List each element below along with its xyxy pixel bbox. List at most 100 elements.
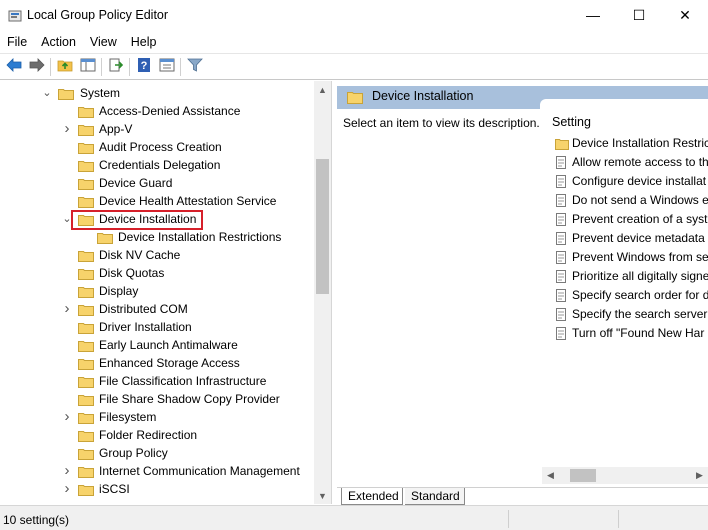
list-item[interactable]: Device Installation Restric	[552, 134, 708, 153]
scroll-thumb[interactable]	[570, 469, 596, 482]
tree-item[interactable]: › Distributed COM	[0, 300, 314, 318]
tree-item[interactable]: Credentials Delegation	[0, 156, 314, 174]
scroll-up-icon[interactable]: ▲	[314, 81, 331, 98]
tree-item[interactable]: Device Guard	[0, 174, 314, 192]
menu-help[interactable]: Help	[124, 32, 164, 52]
tree-item-label: Display	[99, 284, 139, 298]
tree-item[interactable]: Access-Denied Assistance	[0, 102, 314, 120]
settings-list[interactable]: Setting Device Installation Restric Allow…	[540, 99, 708, 487]
tree-item[interactable]: File Classification Infrastructure	[0, 372, 314, 390]
tree-item[interactable]: Driver Installation	[0, 318, 314, 336]
folder-icon	[78, 123, 94, 136]
back-button[interactable]	[2, 56, 25, 78]
chevron-right-icon[interactable]: ›	[62, 408, 72, 426]
status-bar: 10 setting(s)	[0, 505, 708, 530]
title-bar: Local Group Policy Editor — ☐ ✕	[0, 0, 708, 32]
list-item-label: Specify search order for d	[572, 288, 708, 302]
properties-icon	[159, 58, 175, 75]
back-icon	[5, 58, 22, 75]
tree-item[interactable]: › Internet Communication Management	[0, 462, 314, 480]
list-item-label: Prevent device metadata	[572, 231, 705, 245]
show-hide-tree-button[interactable]	[76, 56, 99, 78]
help-button[interactable]: ?	[132, 56, 155, 78]
tree-vertical-scrollbar[interactable]: ▲ ▼	[314, 81, 331, 504]
list-item[interactable]: Configure device installat	[552, 172, 708, 191]
menu-bar: File Action View Help	[0, 32, 708, 52]
list-item[interactable]: Turn off "Found New Har	[552, 324, 708, 343]
toolbar-separator	[129, 57, 130, 76]
chevron-right-icon[interactable]: ›	[62, 300, 72, 318]
properties-button[interactable]	[155, 56, 178, 78]
tree-item[interactable]: Disk NV Cache	[0, 246, 314, 264]
folder-icon	[78, 105, 94, 118]
policy-setting-icon	[555, 308, 568, 321]
menu-file[interactable]: File	[0, 32, 34, 52]
chevron-right-icon[interactable]: ›	[62, 462, 72, 480]
tree-pane[interactable]: ⌄ System Access-Denied Assistance › App-V A…	[0, 81, 332, 504]
list-item[interactable]: Do not send a Windows e	[552, 191, 708, 210]
tree-item[interactable]: Audit Process Creation	[0, 138, 314, 156]
up-folder-icon	[57, 58, 73, 75]
tree-item[interactable]: Folder Redirection	[0, 426, 314, 444]
tree-item[interactable]: Group Policy	[0, 444, 314, 462]
selection-highlight-box	[71, 210, 203, 230]
list-item[interactable]: Prevent device metadata	[552, 229, 708, 248]
export-list-button[interactable]	[104, 56, 127, 78]
tree-item[interactable]: Display	[0, 282, 314, 300]
chevron-down-icon[interactable]: ⌄	[42, 84, 52, 102]
folder-icon	[555, 137, 569, 150]
tree-item[interactable]: Disk Quotas	[0, 264, 314, 282]
list-item[interactable]: Prevent Windows from se	[552, 248, 708, 267]
minimize-button[interactable]: —	[570, 0, 616, 30]
column-header-setting[interactable]: Setting	[552, 115, 591, 129]
tree-item[interactable]: File Share Shadow Copy Provider	[0, 390, 314, 408]
menu-view[interactable]: View	[83, 32, 124, 52]
settings-horizontal-scrollbar[interactable]: ◀ ▶	[542, 467, 708, 484]
scroll-left-icon[interactable]: ◀	[542, 467, 559, 484]
list-item-label: Do not send a Windows e	[572, 193, 708, 207]
tree-item-label: Early Launch Antimalware	[99, 338, 238, 352]
folder-icon	[78, 375, 94, 388]
tree-item[interactable]: › App-V	[0, 120, 314, 138]
tree-item[interactable]: Device Health Attestation Service	[0, 192, 314, 210]
policy-setting-icon	[555, 213, 568, 226]
policy-setting-icon	[555, 156, 568, 169]
scroll-down-icon[interactable]: ▼	[314, 487, 331, 504]
menu-action[interactable]: Action	[34, 32, 83, 52]
chevron-right-icon[interactable]: ›	[62, 120, 72, 138]
tree-item-label: Enhanced Storage Access	[99, 356, 240, 370]
tab-standard[interactable]: Standard	[405, 488, 465, 505]
list-item-label: Allow remote access to th	[572, 155, 708, 169]
list-item[interactable]: Allow remote access to th	[552, 153, 708, 172]
tree-item[interactable]: Enhanced Storage Access	[0, 354, 314, 372]
policy-setting-icon	[555, 251, 568, 264]
up-folder-button[interactable]	[53, 56, 76, 78]
chevron-right-icon[interactable]: ›	[62, 480, 72, 498]
filter-button[interactable]	[183, 56, 206, 78]
tree-item-system[interactable]: ⌄ System	[0, 84, 314, 102]
list-item-label: Prevent creation of a syst	[572, 212, 708, 226]
tree-item-label: Device Health Attestation Service	[99, 194, 277, 208]
scroll-thumb[interactable]	[316, 159, 329, 294]
details-pane: Device Installation Select an item to vi…	[337, 81, 708, 504]
folder-icon	[347, 91, 363, 104]
list-item[interactable]: Prioritize all digitally signe	[552, 267, 708, 286]
close-button[interactable]: ✕	[662, 0, 708, 30]
forward-button[interactable]	[25, 56, 48, 78]
list-item-label: Prioritize all digitally signe	[572, 269, 708, 283]
tree-item[interactable]: Device Installation Restrictions	[0, 228, 314, 246]
maximize-button[interactable]: ☐	[616, 0, 662, 30]
folder-icon	[78, 429, 94, 442]
tree-item-label: Access-Denied Assistance	[99, 104, 241, 118]
folder-icon	[78, 249, 94, 262]
tree-item[interactable]: › iSCSI	[0, 480, 314, 498]
folder-open-icon	[58, 87, 74, 100]
tree-item[interactable]: Early Launch Antimalware	[0, 336, 314, 354]
tab-extended[interactable]: Extended	[341, 488, 403, 505]
tree-item[interactable]: › Filesystem	[0, 408, 314, 426]
list-item[interactable]: Prevent creation of a syst	[552, 210, 708, 229]
folder-icon	[78, 321, 94, 334]
scroll-right-icon[interactable]: ▶	[691, 467, 708, 484]
list-item[interactable]: Specify search order for d	[552, 286, 708, 305]
list-item[interactable]: Specify the search server	[552, 305, 708, 324]
